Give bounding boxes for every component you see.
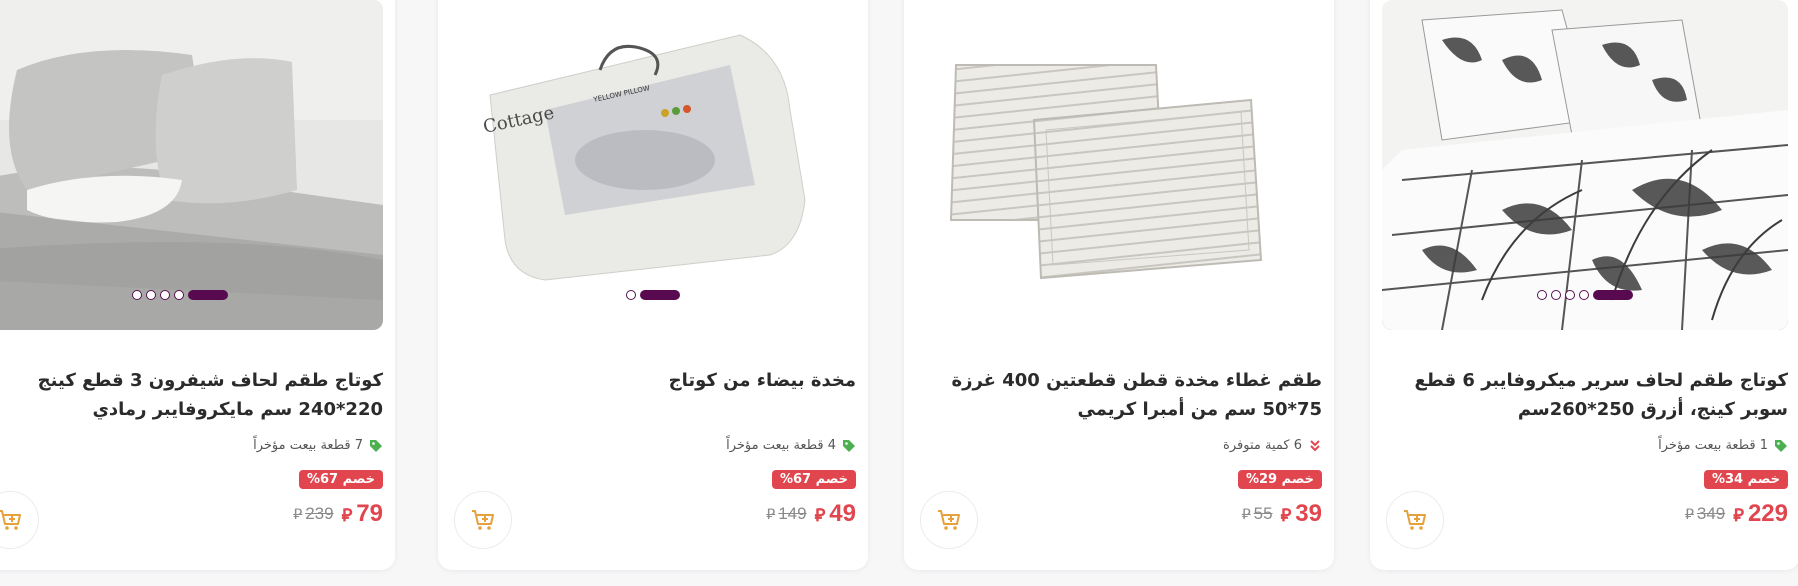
carousel-dot[interactable] (1565, 290, 1575, 300)
riyal-symbol-icon: ⃁ (1280, 504, 1292, 525)
product-photo-pillow-package: Cottage YELLOW PILLOW (450, 0, 856, 330)
cart-plus-icon (0, 510, 21, 530)
old-price-value: 149 (778, 504, 807, 523)
discount-badge: خصم 34% (1703, 470, 1788, 489)
carousel-dot[interactable] (160, 290, 170, 300)
product-image[interactable] (0, 0, 383, 330)
product-card[interactable]: كوتاج طقم لحاف شيفرون 3 قطع كينج 220*240… (0, 0, 395, 570)
add-to-cart-button[interactable] (1386, 491, 1444, 549)
product-image[interactable]: Cottage YELLOW PILLOW (450, 0, 856, 330)
product-meta: 1 قطعة بيعت مؤخراً (1658, 438, 1788, 453)
old-price: 149 ⃁ (766, 504, 806, 524)
discount-badge: خصم 67% (298, 470, 383, 489)
product-title[interactable]: مخدة بيضاء من كوتاج (450, 366, 856, 395)
product-title[interactable]: طقم غطاء مخدة قطن قطعتين 400 غرزة 75*50 … (916, 366, 1322, 424)
cart-plus-icon (938, 510, 960, 530)
product-meta: 7 قطعة بيعت مؤخراً (253, 438, 383, 453)
riyal-symbol-icon: ⃁ (1241, 505, 1251, 523)
product-title[interactable]: كوتاج طقم لحاف سرير ميكروفايبر 6 قطع سوب… (1382, 366, 1788, 424)
double-chevron-down-icon (1310, 439, 1320, 451)
price-row: 49 ⃁ 149 ⃁ (766, 500, 856, 528)
add-to-cart-button[interactable] (920, 491, 978, 549)
product-photo-floral-bedding (1382, 0, 1788, 330)
price-value: 39 (1295, 500, 1322, 527)
product-image[interactable] (1382, 0, 1788, 330)
riyal-symbol-icon: ⃁ (293, 505, 303, 523)
price-value: 229 (1747, 500, 1788, 527)
cart-plus-icon (472, 510, 494, 530)
carousel-dot-active[interactable] (1593, 290, 1633, 300)
riyal-symbol-icon: ⃁ (814, 504, 826, 525)
riyal-symbol-icon: ⃁ (1684, 505, 1694, 523)
current-price: 229 ⃁ (1733, 500, 1788, 528)
carousel-dot[interactable] (1537, 290, 1547, 300)
carousel-dot[interactable] (626, 290, 636, 300)
current-price: 79 ⃁ (342, 500, 383, 528)
carousel-dot[interactable] (1551, 290, 1561, 300)
riyal-symbol-icon: ⃁ (341, 504, 353, 525)
image-carousel-dots (450, 290, 856, 300)
product-card[interactable]: كوتاج طقم لحاف سرير ميكروفايبر 6 قطع سوب… (1370, 0, 1798, 570)
product-title[interactable]: كوتاج طقم لحاف شيفرون 3 قطع كينج 220*240… (0, 366, 383, 424)
old-price-value: 55 (1253, 504, 1273, 523)
discount-badge: خصم 29% (1237, 470, 1322, 489)
old-price-value: 239 (305, 504, 334, 523)
carousel-dot-active[interactable] (640, 290, 680, 300)
product-image[interactable] (916, 0, 1322, 330)
tag-icon (1775, 439, 1787, 452)
carousel-dot[interactable] (1579, 290, 1589, 300)
product-card[interactable]: Cottage YELLOW PILLOW مخدة بيضاء من كوتا… (438, 0, 868, 570)
recent-sales-text: 1 قطعة بيعت مؤخراً (1658, 438, 1768, 453)
product-meta: 4 قطعة بيعت مؤخراً (726, 438, 856, 453)
old-price: 349 ⃁ (1685, 504, 1725, 524)
riyal-symbol-icon: ⃁ (1733, 504, 1744, 525)
carousel-dot-active[interactable] (188, 290, 228, 300)
current-price: 39 ⃁ (1281, 500, 1322, 528)
product-photo-pillowcases (916, 0, 1322, 330)
tag-icon (843, 439, 855, 452)
riyal-symbol-icon: ⃁ (766, 505, 776, 523)
product-meta: 6 كمية متوفرة (1223, 438, 1322, 453)
image-carousel-dots (0, 290, 383, 300)
price-value: 79 (356, 500, 383, 527)
carousel-dot[interactable] (146, 290, 156, 300)
carousel-dot[interactable] (132, 290, 142, 300)
recent-sales-text: 7 قطعة بيعت مؤخراً (253, 438, 363, 453)
current-price: 49 ⃁ (815, 500, 856, 528)
stock-available-text: 6 كمية متوفرة (1223, 438, 1302, 453)
tag-icon (370, 439, 382, 452)
add-to-cart-button[interactable] (0, 491, 39, 549)
price-row: 229 ⃁ 349 ⃁ (1685, 500, 1788, 528)
old-price: 239 ⃁ (293, 504, 333, 524)
discount-badge: خصم 67% (771, 470, 856, 489)
image-carousel-dots (1382, 290, 1788, 300)
add-to-cart-button[interactable] (454, 491, 512, 549)
recent-sales-text: 4 قطعة بيعت مؤخراً (726, 438, 836, 453)
price-row: 39 ⃁ 55 ⃁ (1242, 500, 1322, 528)
price-row: 79 ⃁ 239 ⃁ (293, 500, 383, 528)
product-card[interactable]: طقم غطاء مخدة قطن قطعتين 400 غرزة 75*50 … (904, 0, 1334, 570)
price-value: 49 (829, 500, 856, 527)
cart-plus-icon (1404, 510, 1426, 530)
old-price-value: 349 (1696, 504, 1726, 523)
carousel-dot[interactable] (174, 290, 184, 300)
old-price: 55 ⃁ (1242, 504, 1273, 524)
product-photo-grey-quilt (0, 0, 383, 330)
